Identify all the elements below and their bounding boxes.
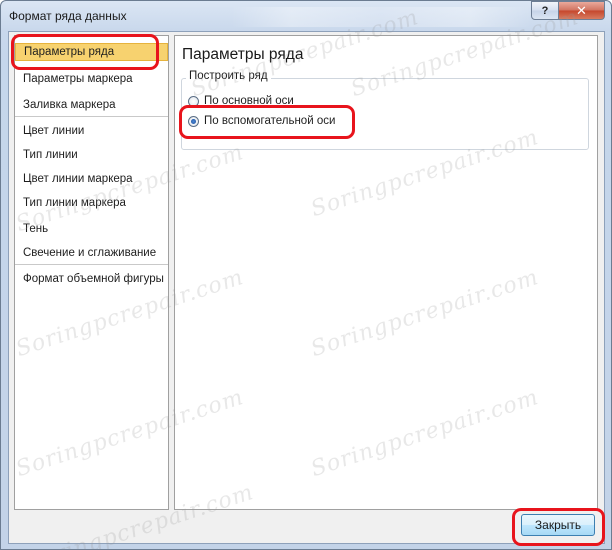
options-panel: Параметры ряда Построить ряд По основной… [174, 35, 598, 510]
sidebar-item-line-style[interactable]: Тип линии [15, 147, 168, 163]
close-icon: ✕ [576, 2, 587, 18]
sidebar-item-glow-soft-edges[interactable]: Свечение и сглаживание [15, 245, 168, 261]
radio-label-primary-axis: По основной оси [204, 95, 294, 107]
plot-series-on-group [181, 78, 589, 150]
sidebar-item-line-color[interactable]: Цвет линии [15, 123, 168, 139]
sidebar-item-series-options[interactable]: Параметры ряда [15, 43, 168, 61]
background-ribbon-ghost [231, 7, 531, 27]
sidebar-item-3d-format[interactable]: Формат объемной фигуры [15, 271, 168, 287]
sidebar-item-shadow[interactable]: Тень [15, 221, 168, 237]
radio-button-icon[interactable] [188, 95, 199, 107]
radio-label-secondary-axis: По вспомогательной оси [204, 115, 336, 127]
sidebar-item-marker-fill[interactable]: Заливка маркера [15, 97, 168, 113]
sidebar-item-marker-line-color[interactable]: Цвет линии маркера [15, 171, 168, 187]
title-bar[interactable]: Формат ряда данных ? ✕ [1, 1, 611, 31]
category-list: Параметры ряда Параметры маркера Заливка… [14, 35, 169, 510]
group-label: Построить ряд [186, 70, 271, 82]
radio-button-checked-icon[interactable] [188, 115, 199, 127]
dialog-body: Параметры ряда Параметры маркера Заливка… [8, 31, 605, 544]
radio-primary-axis[interactable]: По основной оси [188, 95, 294, 107]
sidebar-item-marker-options[interactable]: Параметры маркера [15, 71, 168, 87]
divider [15, 116, 168, 117]
panel-title: Параметры ряда [182, 46, 304, 63]
sidebar-item-marker-line-style[interactable]: Тип линии маркера [15, 195, 168, 211]
close-window-button[interactable]: ✕ [558, 1, 605, 20]
divider [15, 264, 168, 265]
radio-secondary-axis[interactable]: По вспомогательной оси [188, 115, 335, 127]
format-data-series-dialog: Формат ряда данных ? ✕ Параметры ряда Па… [0, 0, 612, 550]
close-button[interactable]: Закрыть [521, 514, 595, 536]
dialog-title: Формат ряда данных [9, 9, 127, 23]
help-button[interactable]: ? [531, 1, 559, 20]
